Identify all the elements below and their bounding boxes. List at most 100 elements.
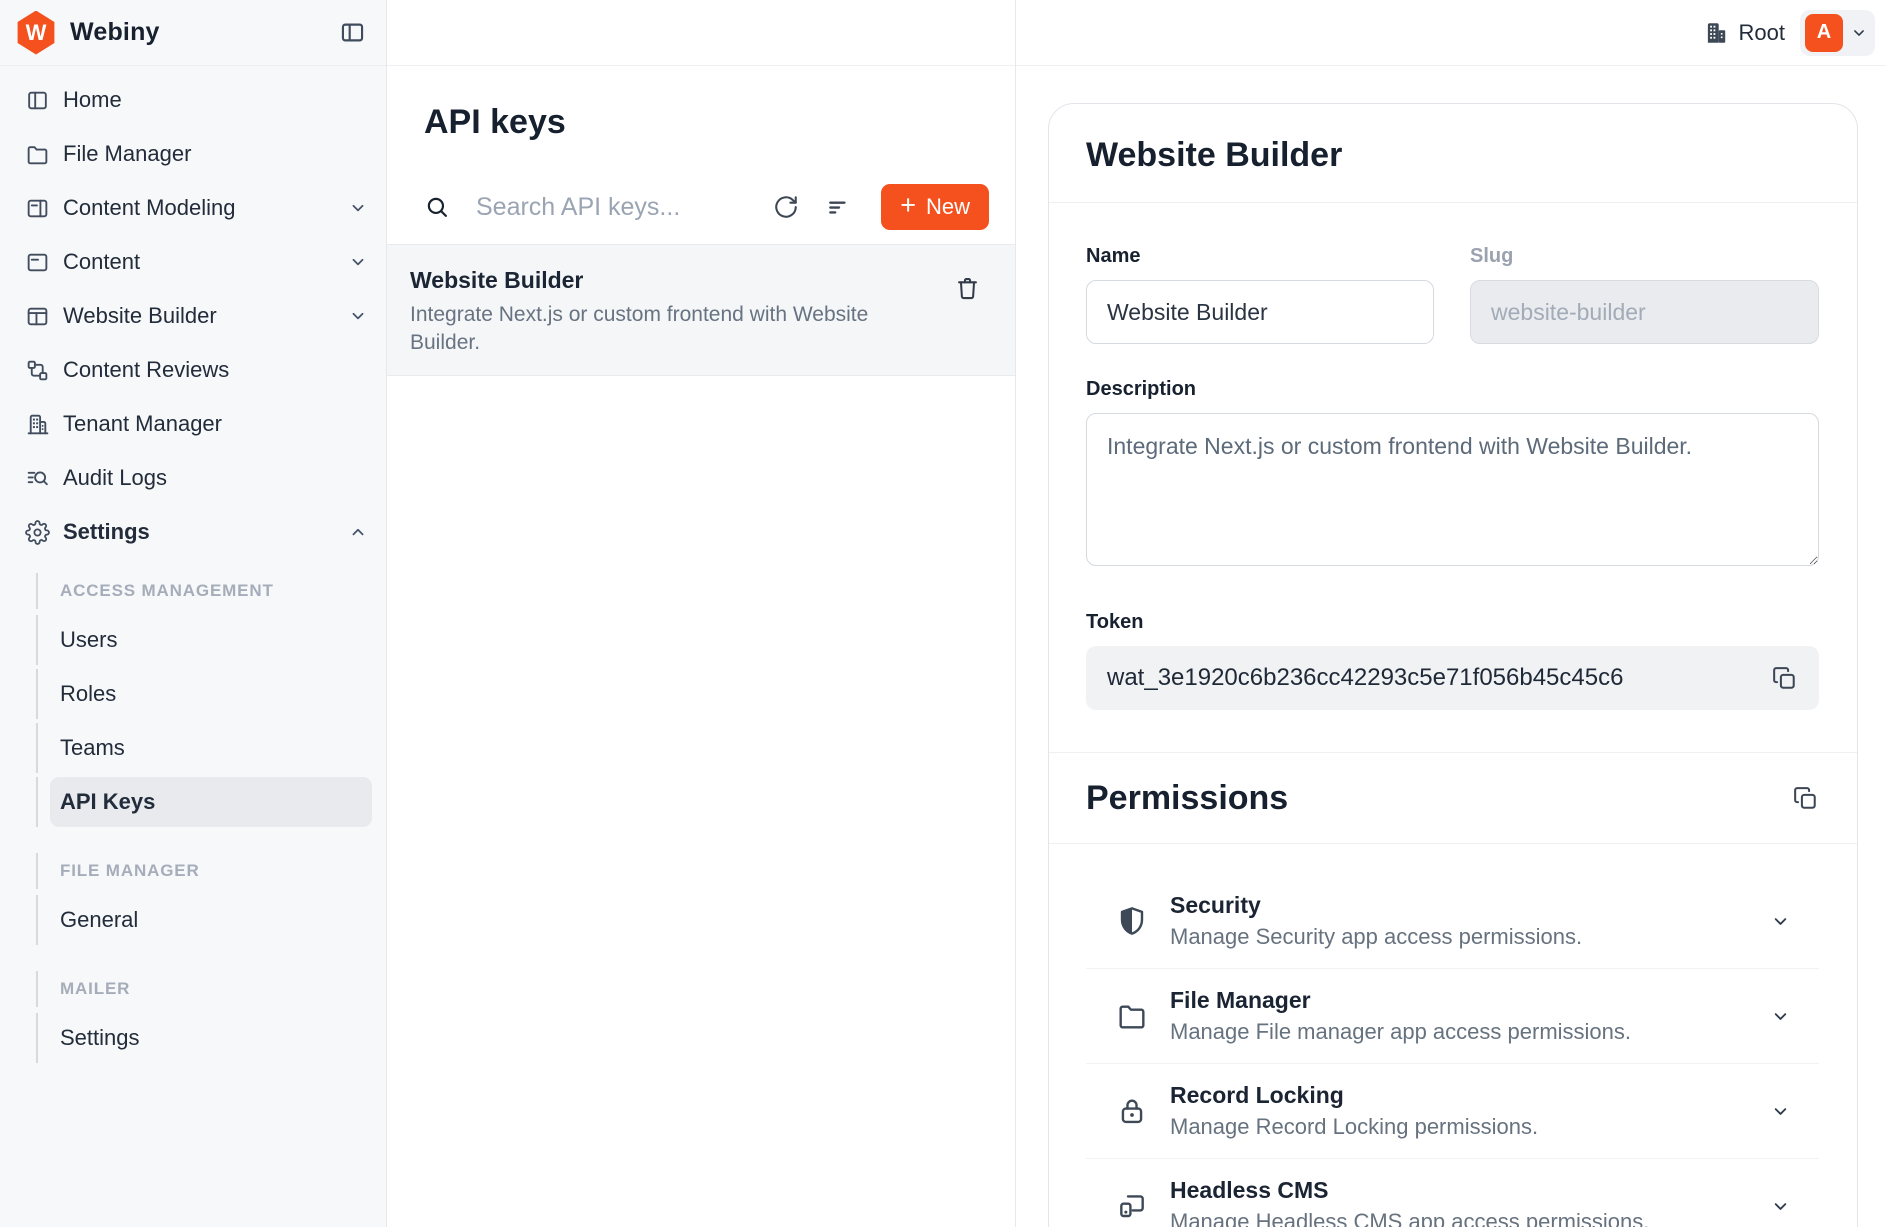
sidebar-item-label: File Manager [63,141,191,167]
permission-texts: Record Locking Manage Record Locking per… [1170,1081,1538,1141]
submenu-row: Teams [36,723,372,773]
shield-icon [1116,905,1148,937]
submenu-heading-mailer: MAILER [36,971,372,1007]
submenu-row: General [36,895,372,945]
sidebar-item-general[interactable]: General [50,895,372,945]
sidebar-item-file-manager[interactable]: File Manager [0,127,386,181]
sidebar-nav: Home File Manager Content Modeling Conte… [0,66,386,1063]
permission-description: Manage Security app access permissions. [1170,923,1582,951]
copy-permissions-button[interactable] [1792,785,1819,812]
search-input[interactable] [476,193,771,222]
permission-description: Manage Headless CMS app access permissio… [1170,1208,1649,1227]
refresh-button[interactable] [771,192,801,222]
permission-texts: Security Manage Security app access perm… [1170,891,1582,951]
avatar: A [1805,14,1843,52]
api-key-list-item[interactable]: Website Builder Integrate Next.js or cus… [387,245,1015,376]
sidebar: W Webiny Home File Manager Content Model… [0,0,387,1227]
permissions-title: Permissions [1086,777,1288,819]
copy-icon [1771,665,1798,692]
list-item-title: Website Builder [410,265,925,295]
permission-texts: Headless CMS Manage Headless CMS app acc… [1170,1176,1649,1227]
permissions-header: Permissions [1049,752,1857,844]
search-icon [424,194,450,220]
search-row: + New [424,184,989,230]
sidebar-item-label: Audit Logs [63,465,167,491]
submenu-row: Roles [36,669,372,719]
folder-icon [25,142,50,167]
sidebar-item-content-reviews[interactable]: Content Reviews [0,343,386,397]
name-slug-row: Name Slug [1086,245,1819,344]
permission-title: Record Locking [1170,1081,1538,1110]
sidebar-item-tenant-manager[interactable]: Tenant Manager [0,397,386,451]
webiny-logo: W [16,11,56,55]
list-item-description: Integrate Next.js or custom frontend wit… [410,301,925,357]
permission-texts: File Manager Manage File manager app acc… [1170,986,1631,1046]
permission-description: Manage Record Locking permissions. [1170,1113,1538,1141]
name-input[interactable] [1086,280,1434,344]
new-button-label: New [926,194,970,220]
sidebar-item-content[interactable]: Content [0,235,386,289]
sidebar-item-teams[interactable]: Teams [50,723,372,773]
settings-submenu: ACCESS MANAGEMENT Users Roles Teams API … [0,573,386,1063]
refresh-icon [773,194,799,220]
sidebar-item-api-keys[interactable]: API Keys [50,777,372,827]
description-textarea[interactable]: Integrate Next.js or custom frontend wit… [1086,413,1819,566]
new-api-key-button[interactable]: + New [881,184,989,230]
chevron-down-icon [348,198,368,218]
content-modeling-icon [25,196,50,221]
token-label: Token [1086,611,1819,634]
sidebar-item-audit-logs[interactable]: Audit Logs [0,451,386,505]
sidebar-item-label: Home [63,87,122,113]
api-key-detail-card: Website Builder Name Slug Description In… [1048,103,1858,1227]
permission-row-headless-cms[interactable]: Headless CMS Manage Headless CMS app acc… [1086,1159,1819,1227]
chevron-down-icon [348,252,368,272]
account-menu[interactable]: A [1800,10,1875,56]
permission-row-file-manager[interactable]: File Manager Manage File manager app acc… [1086,969,1819,1064]
token-box: wat_3e1920c6b236cc42293c5e71f056b45c45c6 [1086,646,1819,710]
chevron-down-icon [1850,24,1868,42]
submenu-heading-file-manager: FILE MANAGER [36,853,372,889]
chevron-down-icon [1770,1196,1791,1217]
building-icon [25,412,50,437]
folder-icon [1116,1000,1148,1032]
website-builder-icon [25,304,50,329]
permissions-list: Security Manage Security app access perm… [1049,844,1857,1227]
content-icon [25,250,50,275]
sidebar-item-roles[interactable]: Roles [50,669,372,719]
sidebar-item-content-modeling[interactable]: Content Modeling [0,181,386,235]
devices-icon [1116,1190,1148,1222]
permission-title: Security [1170,891,1582,920]
tenant-label: Root [1739,20,1785,46]
webiny-logo-letter: W [26,20,47,46]
gear-icon [25,520,50,545]
building-icon [1703,20,1729,46]
sort-icon [826,194,852,220]
sidebar-item-website-builder[interactable]: Website Builder [0,289,386,343]
permission-row-record-locking[interactable]: Record Locking Manage Record Locking per… [1086,1064,1819,1159]
permission-row-security[interactable]: Security Manage Security app access perm… [1086,874,1819,969]
submenu-heading-access-management: ACCESS MANAGEMENT [36,573,372,609]
sidebar-item-mailer-settings[interactable]: Settings [50,1013,372,1063]
permission-title: Headless CMS [1170,1176,1649,1205]
name-field-group: Name [1086,245,1434,344]
sidebar-item-label: Content Modeling [63,195,235,221]
delete-api-key-button[interactable] [954,275,981,302]
copy-icon [1792,785,1819,812]
copy-token-button[interactable] [1771,665,1798,692]
token-value: wat_3e1920c6b236cc42293c5e71f056b45c45c6 [1107,664,1771,692]
content-reviews-icon [25,358,50,383]
sort-button[interactable] [825,193,853,221]
topbar: Root A [1016,0,1886,66]
chevron-down-icon [1770,1006,1791,1027]
submenu-row: API Keys [36,777,372,827]
slug-input [1470,280,1819,344]
sidebar-item-users[interactable]: Users [50,615,372,665]
plus-icon: + [900,192,916,219]
tenant-selector[interactable]: Root [1703,20,1785,46]
sidebar-collapse-button[interactable] [339,19,366,46]
chevron-down-icon [1770,1101,1791,1122]
sidebar-item-home[interactable]: Home [0,73,386,127]
sidebar-item-label: Website Builder [63,303,217,329]
brand-name: Webiny [70,18,160,47]
sidebar-item-settings[interactable]: Settings [0,505,386,559]
